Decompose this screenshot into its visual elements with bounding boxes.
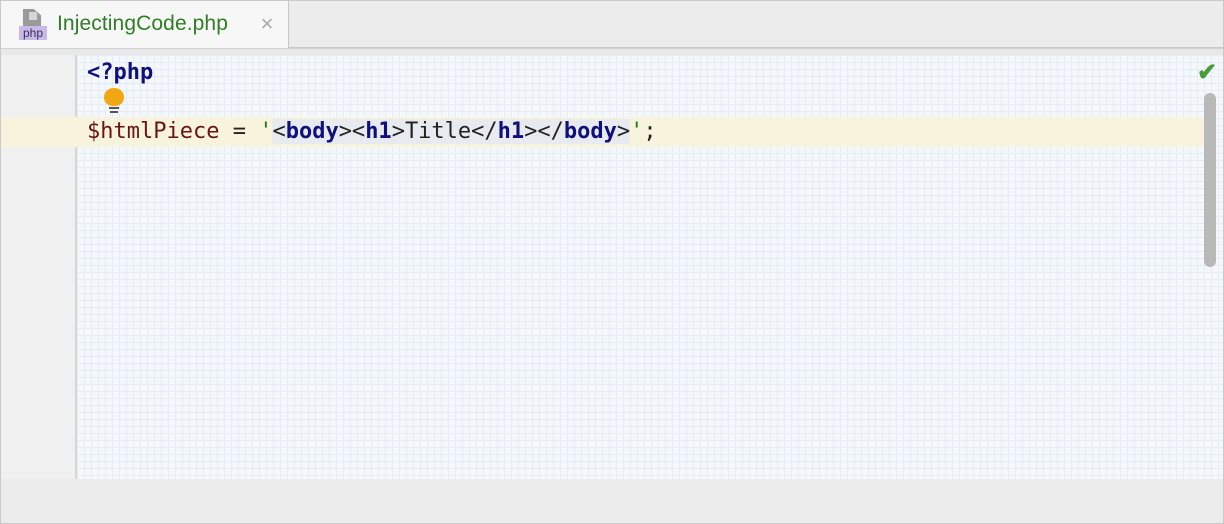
php-file-icon: php	[19, 9, 49, 41]
inspection-ok-icon[interactable]: ✔	[1197, 61, 1221, 85]
vertical-scrollbar[interactable]	[1204, 93, 1216, 267]
lightbulb-icon[interactable]	[103, 88, 125, 114]
html-tag-body-close: body	[563, 119, 617, 144]
variable-name: $htmlPiece	[87, 119, 220, 144]
php-open-tag: <?php	[87, 60, 154, 85]
close-icon[interactable]: ×	[257, 13, 277, 35]
editor-bottom-area	[1, 479, 1223, 523]
ide-window: php InjectingCode.php × <?php $htmlPiece…	[0, 0, 1224, 524]
code-line-1[interactable]: <?php	[87, 58, 153, 88]
editor-tab-bar: php InjectingCode.php ×	[1, 1, 1223, 48]
html-tag-body: body	[285, 119, 339, 144]
html-text: Title	[404, 119, 472, 144]
code-line-3[interactable]: $htmlPiece = '<body><h1>Title</h1></body…	[87, 117, 657, 147]
html-bracket: ><	[338, 119, 366, 144]
html-tag-h1-close: h1	[497, 119, 525, 144]
html-tag-h1: h1	[365, 119, 392, 144]
html-bracket: >	[616, 119, 631, 144]
injected-html: <body><h1>Title</h1></body>	[272, 119, 631, 144]
string-open-quote: '	[259, 119, 273, 144]
tab-title: InjectingCode.php	[57, 12, 228, 35]
html-bracket: <	[272, 119, 286, 144]
html-bracket: >	[391, 119, 405, 144]
assign-operator: =	[219, 119, 260, 144]
semicolon: ;	[643, 119, 657, 144]
html-bracket: </	[471, 119, 498, 144]
html-bracket: ></	[524, 119, 564, 144]
string-close-quote: '	[630, 119, 644, 144]
php-file-badge: php	[19, 26, 47, 40]
editor-tab-injectingcode[interactable]: php InjectingCode.php ×	[1, 1, 289, 48]
